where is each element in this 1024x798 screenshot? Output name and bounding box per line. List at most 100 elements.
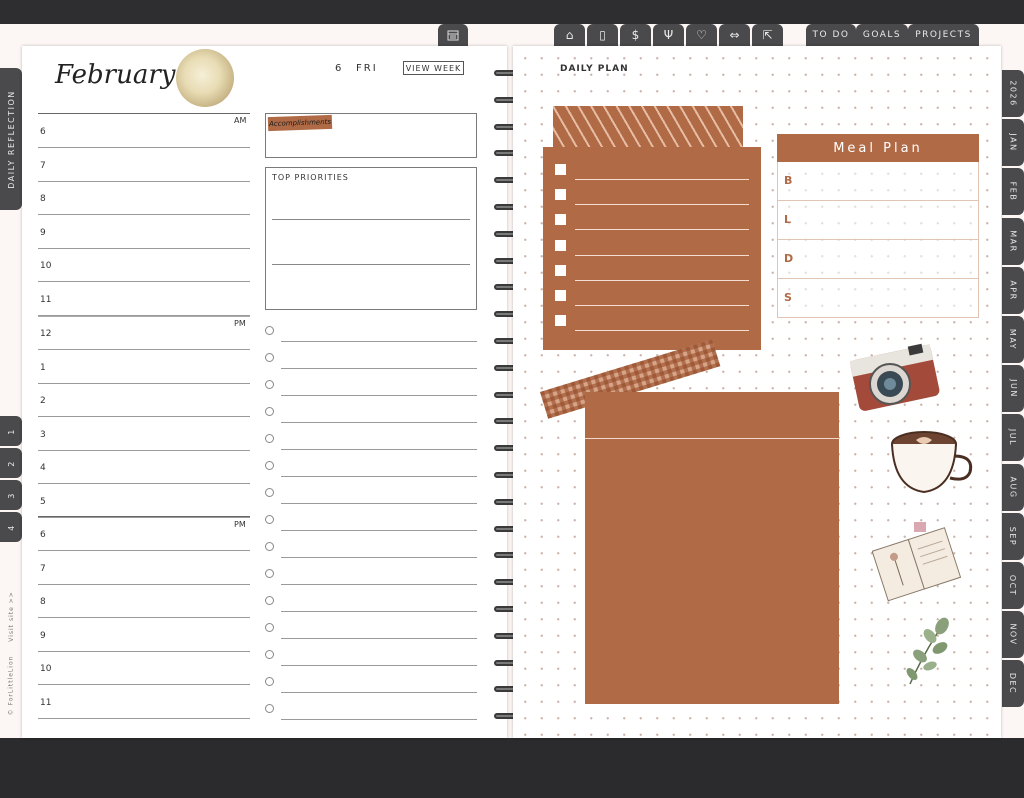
daily-reflection-tab[interactable]: DAILY REFLECTION	[0, 68, 22, 210]
hour-line[interactable]	[38, 349, 250, 350]
todo-checkbox[interactable]	[265, 704, 274, 713]
checklist-checkbox[interactable]	[555, 264, 566, 276]
dollar-icon[interactable]: $	[620, 24, 651, 46]
meal-row[interactable]: L	[777, 201, 979, 240]
todo-checkbox[interactable]	[265, 407, 274, 416]
checklist-line[interactable]	[575, 179, 749, 180]
hour-line[interactable]	[38, 180, 250, 182]
meal-row[interactable]: B	[777, 162, 979, 201]
month-tab-2026[interactable]: 2026	[1002, 70, 1024, 117]
week-tab-2[interactable]: 2	[0, 448, 22, 478]
todo-checkbox[interactable]	[265, 461, 274, 470]
heart-icon[interactable]: ♡	[686, 24, 717, 46]
dumbbell-icon[interactable]: ⇔	[719, 24, 750, 46]
hour-line[interactable]	[38, 550, 250, 551]
hour-line[interactable]	[38, 517, 250, 518]
todo-line[interactable]	[281, 476, 477, 477]
todo-line[interactable]	[281, 395, 477, 396]
todo-line[interactable]	[281, 557, 477, 558]
priority-line[interactable]	[272, 264, 470, 265]
meal-row[interactable]: S	[777, 279, 979, 318]
week-tab-4[interactable]: 4	[0, 512, 22, 542]
hour-line[interactable]	[38, 147, 250, 148]
todo-line[interactable]	[281, 611, 477, 612]
todo-checkbox[interactable]	[265, 569, 274, 578]
meal-row[interactable]: D	[777, 240, 979, 279]
todo-checkbox[interactable]	[265, 677, 274, 686]
todo-checkbox[interactable]	[265, 542, 274, 551]
hour-line[interactable]	[38, 617, 250, 619]
todo-checkbox[interactable]	[265, 326, 274, 335]
month-tab-feb[interactable]: FEB	[1002, 168, 1024, 216]
tab-projects[interactable]: PROJECTS	[908, 24, 979, 46]
hour-line[interactable]	[38, 650, 250, 652]
checklist-checkbox[interactable]	[555, 315, 566, 327]
hour-line[interactable]	[38, 449, 250, 451]
checklist-line[interactable]	[575, 279, 749, 281]
todo-checkbox[interactable]	[265, 515, 274, 524]
hour-line[interactable]	[38, 483, 250, 485]
month-tab-nov[interactable]: NOV	[1002, 611, 1024, 659]
fork-knife-icon[interactable]: Ψ	[653, 24, 684, 46]
month-tab-mar[interactable]: MAR	[1002, 217, 1024, 265]
hour-line[interactable]	[38, 684, 250, 686]
checklist-checkbox[interactable]	[555, 164, 566, 175]
week-tab-1[interactable]: 1	[0, 416, 22, 446]
hour-line[interactable]	[38, 583, 250, 585]
todo-line[interactable]	[281, 368, 477, 369]
todo-checkbox[interactable]	[265, 623, 274, 632]
tab-to-do[interactable]: TO DO	[806, 24, 856, 46]
hour-line[interactable]	[38, 382, 250, 384]
todo-line[interactable]	[281, 422, 477, 423]
todo-line[interactable]	[281, 341, 477, 342]
todo-line[interactable]	[281, 503, 477, 504]
hour-line[interactable]	[38, 718, 250, 719]
todo-checkbox[interactable]	[265, 488, 274, 497]
checklist-checkbox[interactable]	[555, 189, 566, 201]
calendar-icon[interactable]	[438, 24, 468, 46]
week-tab-3[interactable]: 3	[0, 480, 22, 510]
hour-line[interactable]	[38, 315, 250, 316]
top-priorities-box[interactable]	[265, 167, 477, 310]
todo-checkbox[interactable]	[265, 596, 274, 605]
view-week-button[interactable]: VIEW WEEK	[403, 61, 464, 75]
month-tab-jan[interactable]: JAN	[1002, 119, 1024, 167]
month-tab-jul[interactable]: JUL	[1002, 414, 1024, 462]
checklist-checkbox[interactable]	[555, 290, 566, 301]
todo-checkbox[interactable]	[265, 650, 274, 659]
checklist-line[interactable]	[575, 254, 749, 256]
checklist-line[interactable]	[575, 305, 749, 306]
checklist-line[interactable]	[575, 330, 749, 332]
todo-line[interactable]	[281, 719, 477, 720]
checklist-line[interactable]	[575, 229, 749, 231]
tab-goals[interactable]: GOALS	[856, 24, 908, 46]
priority-line[interactable]	[272, 219, 470, 220]
todo-line[interactable]	[281, 638, 477, 639]
checklist-checkbox[interactable]	[555, 239, 566, 251]
hour-line[interactable]	[38, 247, 250, 249]
todo-line[interactable]	[281, 449, 477, 450]
month-tab-dec[interactable]: DEC	[1002, 660, 1024, 708]
home-icon[interactable]: ⌂	[554, 24, 585, 46]
todo-checkbox[interactable]	[265, 380, 274, 389]
todo-checkbox[interactable]	[265, 353, 274, 362]
checklist-checkbox[interactable]	[555, 214, 566, 226]
hour-line[interactable]	[38, 416, 250, 418]
checklist-line[interactable]	[575, 204, 749, 206]
external-link-icon[interactable]: ⇱	[752, 24, 783, 46]
todo-line[interactable]	[281, 584, 477, 585]
month-tab-may[interactable]: MAY	[1002, 316, 1024, 363]
month-tab-oct[interactable]: OCT	[1002, 562, 1024, 609]
hour-line[interactable]	[38, 281, 250, 283]
hour-line[interactable]	[38, 214, 250, 216]
visit-site-link[interactable]: Visit site >>	[2, 591, 20, 642]
todo-line[interactable]	[281, 665, 477, 666]
todo-checkbox[interactable]	[265, 434, 274, 443]
todo-line[interactable]	[281, 530, 477, 531]
month-tab-apr[interactable]: APR	[1002, 266, 1024, 314]
month-tab-sep[interactable]: SEP	[1002, 512, 1024, 560]
document-icon[interactable]: ▯	[587, 24, 618, 46]
month-tab-jun[interactable]: JUN	[1002, 365, 1024, 413]
month-tab-aug[interactable]: AUG	[1002, 463, 1024, 511]
todo-line[interactable]	[281, 692, 477, 693]
